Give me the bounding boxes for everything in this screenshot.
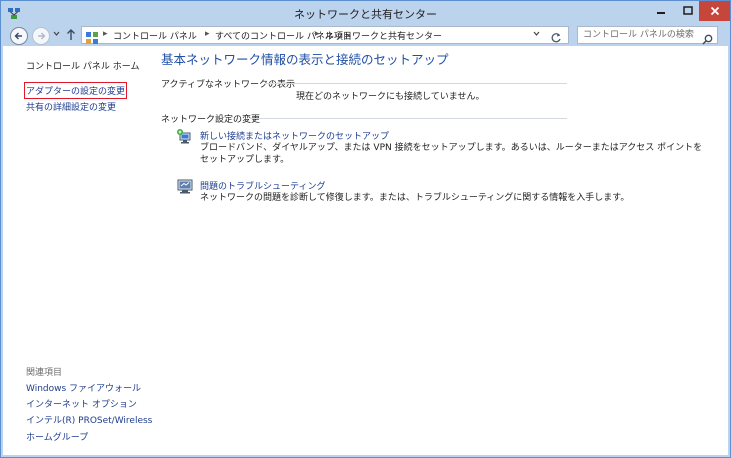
troubleshoot-icon[interactable] — [176, 177, 194, 195]
breadcrumb-separator[interactable]: ▸ — [205, 29, 210, 39]
sidebar-item-advanced-sharing[interactable]: 共有の詳細設定の変更 — [26, 100, 116, 113]
maximize-button[interactable] — [674, 1, 701, 21]
troubleshoot-link[interactable]: 問題のトラブルシューティング — [200, 179, 325, 192]
change-settings-heading: ネットワーク設定の変更 — [161, 115, 261, 125]
sidebar-item-home[interactable]: コントロール パネル ホーム — [26, 59, 139, 72]
new-connection-description-line2: セットアップします。 — [200, 155, 290, 165]
search-input[interactable] — [583, 28, 701, 42]
troubleshoot-description: ネットワークの問題を診断して修復します。または、トラブルシューティングに関する情… — [200, 193, 630, 203]
navigation-bar: ▸ コントロール パネル ▸ すべてのコントロール パネル項目 ▸ ネットワーク… — [1, 25, 730, 45]
address-dropdown-icon[interactable] — [533, 30, 540, 39]
related-heading: 関連項目 — [26, 368, 63, 378]
new-connection-icon[interactable] — [176, 128, 194, 146]
close-button[interactable] — [699, 1, 730, 21]
window: ネットワークと共有センター ▸ コントロール パネル ▸ すべてのコントロール … — [0, 0, 731, 458]
related-link-internet-options[interactable]: インターネット オプション — [26, 397, 137, 410]
section-divider — [250, 118, 567, 119]
forward-button[interactable] — [32, 27, 50, 45]
refresh-icon — [551, 33, 561, 43]
content-area: コントロール パネル ホーム アダプターの設定の変更 共有の詳細設定の変更 関連… — [3, 46, 728, 455]
window-title: ネットワークと共有センター — [294, 8, 437, 21]
new-connection-link[interactable]: 新しい接続またはネットワークのセットアップ — [200, 129, 389, 142]
breadcrumb-separator[interactable]: ▸ — [103, 29, 108, 39]
related-link-proset-wireless[interactable]: インテル(R) PROSet/Wireless — [26, 413, 152, 426]
back-arrow-icon — [14, 32, 22, 40]
related-link-homegroup[interactable]: ホームグループ — [26, 430, 88, 443]
close-icon — [710, 6, 719, 16]
minimize-icon — [656, 12, 665, 14]
title-bar[interactable]: ネットワークと共有センター — [1, 1, 730, 25]
page-title: 基本ネットワーク情報の表示と接続のセットアップ — [161, 52, 449, 67]
forward-arrow-icon — [38, 32, 46, 40]
sidebar: コントロール パネル ホーム アダプターの設定の変更 共有の詳細設定の変更 関連… — [3, 46, 153, 455]
related-link-firewall[interactable]: Windows ファイアウォール — [26, 381, 141, 394]
breadcrumb-separator[interactable]: ▸ — [315, 29, 320, 39]
breadcrumb-network-center[interactable]: ネットワークと共有センター — [325, 29, 442, 42]
new-connection-description-line1: ブロードバンド、ダイヤルアップ、または VPN 接続をセットアップします。あるい… — [200, 143, 703, 153]
chevron-down-icon[interactable] — [53, 31, 60, 37]
breadcrumb-control-panel[interactable]: コントロール パネル — [113, 29, 197, 42]
sidebar-item-adapter-settings[interactable]: アダプターの設定の変更 — [23, 82, 128, 99]
section-divider — [265, 83, 567, 84]
maximize-icon — [682, 6, 693, 15]
refresh-button[interactable] — [550, 29, 564, 43]
address-bar[interactable]: ▸ コントロール パネル ▸ すべてのコントロール パネル項目 ▸ ネットワーク… — [81, 26, 569, 44]
back-button[interactable] — [10, 27, 28, 45]
search-box[interactable] — [577, 26, 718, 45]
up-arrow-icon[interactable] — [66, 28, 76, 41]
minimize-button[interactable] — [647, 1, 674, 21]
connection-status: 現在どのネットワークにも接続していません。 — [296, 92, 485, 102]
